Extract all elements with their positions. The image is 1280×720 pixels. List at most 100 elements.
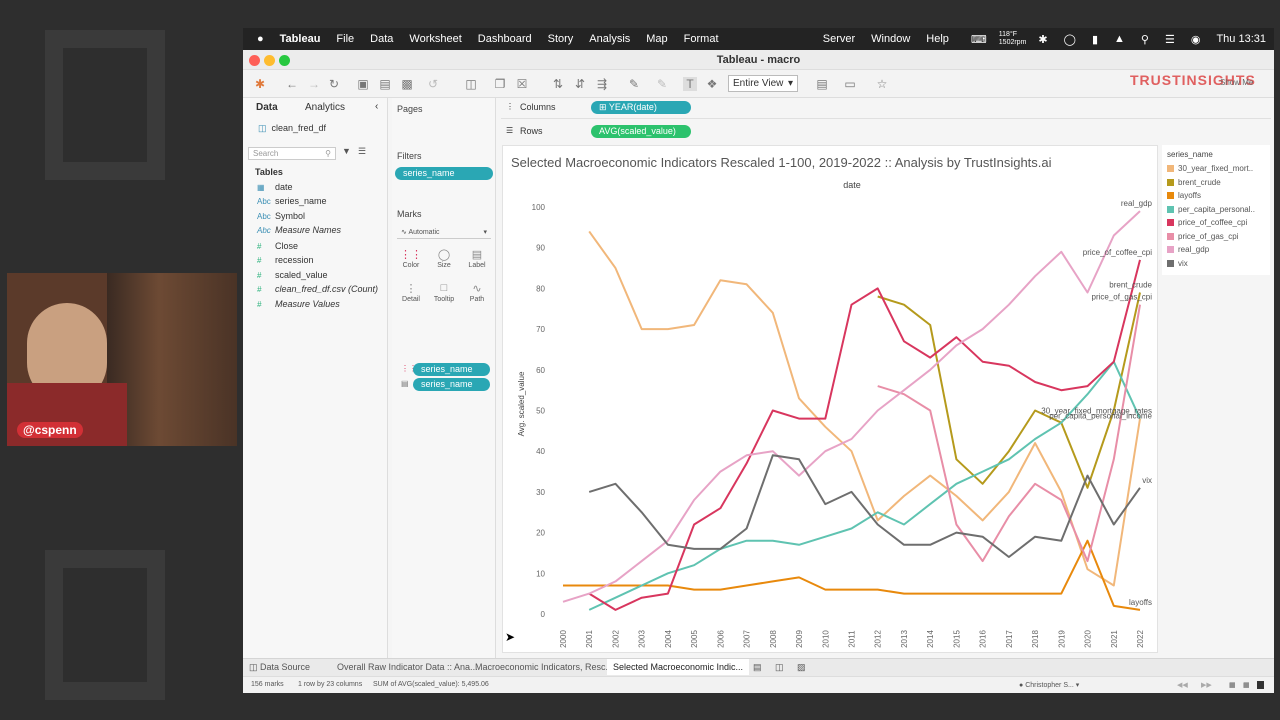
menu-server[interactable]: Server [823,33,855,45]
color-button[interactable]: ⋮⋮ Color [396,248,426,269]
new-worksheet-icon[interactable]: ◫ [464,77,478,91]
bluetooth-icon[interactable]: ✱ [1038,33,1047,46]
clear-sheet-icon[interactable]: ☒ [515,77,529,91]
spotlight-search-icon[interactable]: ⚲ [1141,33,1149,46]
siri-icon[interactable]: ◉ [1191,33,1201,46]
save-icon[interactable]: ▣ [356,77,370,91]
refresh-icon[interactable]: ↺ [426,77,440,91]
legend-item-real-gdp[interactable]: real_gdp [1162,243,1270,257]
x-tick-label: 2013 [900,630,909,648]
path-button[interactable]: ∿ Path [462,282,492,303]
legend-item-price-of-coffee-cpi[interactable]: price_of_coffee_cpi [1162,216,1270,230]
first-sheet-icon[interactable]: ◀◀ [1177,681,1188,689]
wifi-icon[interactable]: ▲ [1114,33,1125,45]
presentation-mode-icon[interactable]: ▭ [843,77,857,91]
field-count[interactable]: # clean_fred_df.csv (Count) [257,284,378,294]
menu-file[interactable]: File [336,33,354,45]
swap-rows-columns-icon[interactable]: ⇅ [551,77,565,91]
detail-button[interactable]: ⋮ Detail [396,282,426,303]
menu-window[interactable]: Window [871,33,910,45]
menu-app-name[interactable]: Tableau [280,33,321,45]
control-center-icon[interactable]: ☰ [1165,33,1175,46]
field-symbol[interactable]: Abc Symbol [257,211,305,221]
search-input[interactable]: Search ⚲ [248,147,336,160]
filter-fields-icon[interactable]: ▼ [342,146,351,156]
data-source-tab[interactable]: ◫ Data Source [249,662,310,673]
collapse-pane-icon[interactable]: ‹ [375,101,378,112]
highlight-icon[interactable]: ✎ [627,77,641,91]
legend-item-price-of-gas-cpi[interactable]: price_of_gas_cpi [1162,230,1270,244]
battery-icon[interactable]: ▮ [1092,33,1098,46]
menu-worksheet[interactable]: Worksheet [409,33,461,45]
size-button[interactable]: ◯ Size [429,248,459,269]
marks-pill-label[interactable]: series_name [413,378,490,391]
cards-pane: Pages Filters series_name Marks ∿ Automa… [392,98,496,658]
datasource-name: clean_fred_df [271,123,327,133]
rows-pill-avg-scaled-value[interactable]: AVG(scaled_value) [591,125,691,138]
sort-descending-icon[interactable]: ⇶ [595,77,609,91]
labels-icon[interactable]: T [683,77,697,91]
legend-item-per-capita-personal-income[interactable]: per_capita_personal.. [1162,203,1270,217]
menu-clock[interactable]: Thu 13:31 [1216,33,1266,45]
sheet-tab-macro-rescaled[interactable]: Macroeconomic Indicators, Resc... [475,662,613,672]
headphones-icon[interactable]: ◯ [1064,33,1076,46]
show-cards-icon[interactable]: ▤ [815,77,829,91]
new-dashboard-tab-icon[interactable]: ◫ [775,662,784,673]
legend-item-30-year-fixed-mortgage[interactable]: 30_year_fixed_mort.. [1162,162,1270,176]
list-view-icon[interactable]: ▦ [1243,681,1250,689]
menu-story[interactable]: Story [548,33,574,45]
filmstrip-view-icon[interactable]: ▦ [1257,681,1264,689]
group-icon[interactable]: ✎ [655,77,669,91]
field-measure-values[interactable]: # Measure Values [257,299,340,309]
tooltip-button[interactable]: □ Tooltip [429,282,459,303]
forward-icon[interactable]: → [307,77,321,91]
apple-icon[interactable]: ● [257,33,264,45]
new-worksheet-tab-icon[interactable]: ▤ [753,662,762,673]
menu-data[interactable]: Data [370,33,393,45]
weather-widget[interactable]: 118°F 1502rpm [999,31,1027,47]
view-options-icon[interactable]: ☰ [358,146,366,157]
field-close[interactable]: # Close [257,241,298,251]
mark-type-dropdown[interactable]: ∿ Automatic ▾ [397,226,491,239]
sheet-tab-overall-raw[interactable]: Overall Raw Indicator Data :: Ana... [337,662,478,672]
y-tick-label: 80 [536,284,545,293]
new-datasource-icon[interactable]: ▤ [378,77,392,91]
duplicate-icon[interactable]: ❐ [493,77,507,91]
tableau-logo-icon[interactable]: ✱ [253,77,267,91]
legend-item-vix[interactable]: vix [1162,257,1270,271]
filter-pill-series-name[interactable]: series_name [395,167,493,180]
field-recession[interactable]: # recession [257,255,314,265]
line-chart[interactable]: Selected Macroeconomic Indicators Rescal… [503,146,1159,654]
label-button[interactable]: ▤ Label [462,248,492,269]
back-icon[interactable]: ← [285,77,299,91]
view-mode-dropdown[interactable]: Entire View ▾ [728,75,798,92]
field-series-name[interactable]: Abc series_name [257,196,327,206]
columns-pill-year-date[interactable]: ⊞ YEAR(date) [591,101,691,114]
grid-view-icon[interactable]: ▦ [1229,681,1236,689]
legend-item-layoffs[interactable]: layoffs [1162,189,1270,203]
menu-format[interactable]: Format [684,33,719,45]
datasource-item[interactable]: ◫ clean_fred_df [258,123,326,134]
show-me-button[interactable]: Show Me [1220,78,1253,87]
menu-dashboard[interactable]: Dashboard [478,33,532,45]
next-sheet-icon[interactable]: ▶▶ [1201,681,1212,689]
field-date[interactable]: ▦ date [257,182,293,192]
legend-item-brent-crude[interactable]: brent_crude [1162,176,1270,190]
sort-ascending-icon[interactable]: ⇵ [573,77,587,91]
keyboard-icon[interactable]: ⌨ [971,33,987,46]
menu-help[interactable]: Help [926,33,949,45]
sheet-tab-selected-macro[interactable]: Selected Macroeconomic Indic... [607,659,750,675]
paste-icon[interactable]: ▩ [400,77,414,91]
menu-map[interactable]: Map [646,33,667,45]
field-scaled-value[interactable]: # scaled_value [257,270,328,280]
tab-data[interactable]: Data [256,102,278,113]
redo-icon[interactable]: ↻ [327,77,341,91]
share-icon[interactable]: ☆ [875,77,889,91]
fix-axes-icon[interactable]: ❖ [705,77,719,91]
new-story-tab-icon[interactable]: ▨ [797,662,806,673]
field-measure-names[interactable]: Abc Measure Names [257,225,341,235]
tab-analytics[interactable]: Analytics [305,102,345,113]
menu-analysis[interactable]: Analysis [589,33,630,45]
marks-pill-color[interactable]: series_name [413,363,490,376]
user-menu[interactable]: ● Christopher S... ▾ [1019,681,1079,689]
